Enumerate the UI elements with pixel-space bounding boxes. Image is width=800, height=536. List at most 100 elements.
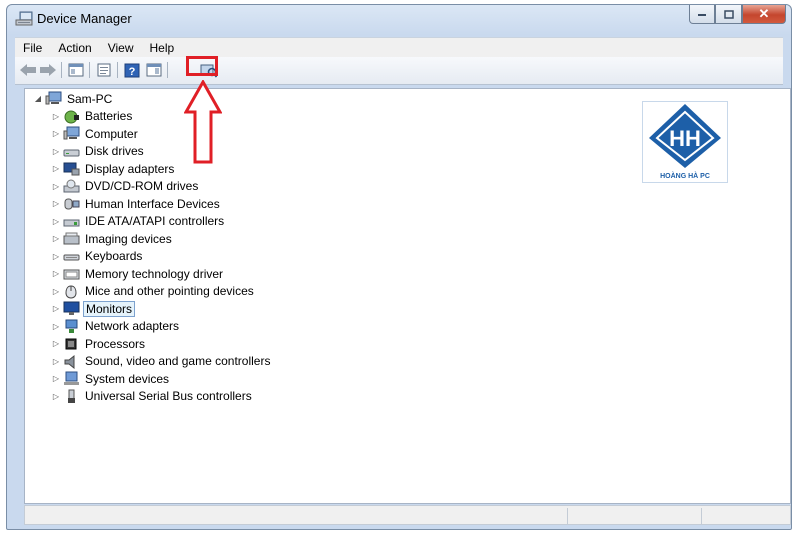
expand-toggle-icon[interactable]: ▷ bbox=[51, 339, 61, 348]
disk-drive-icon bbox=[63, 149, 80, 156]
tree-item-batteries[interactable]: ▷ Batteries bbox=[51, 108, 134, 125]
tree-item-label: Monitors bbox=[83, 300, 136, 317]
expand-toggle-icon[interactable]: ▷ bbox=[51, 234, 61, 243]
tree-item-label: IDE ATA/ATAPI controllers bbox=[85, 214, 225, 228]
properties-icon bbox=[97, 63, 111, 77]
expand-toggle-icon[interactable]: ▷ bbox=[51, 164, 61, 173]
tree-item-memory-technology-driver[interactable]: ▷ Memory technology driver bbox=[51, 265, 225, 282]
show-hide-action-pane-button[interactable] bbox=[145, 61, 163, 79]
tree-item-label: Processors bbox=[85, 336, 146, 351]
tree-item-universal-serial-bus-controllers[interactable]: ▷ Universal Serial Bus controllers bbox=[51, 388, 254, 405]
tree-item-human-interface-devices[interactable]: ▷ Human Interface Devices bbox=[51, 195, 222, 212]
tree-item-label: Universal Serial Bus controllers bbox=[85, 389, 252, 403]
expand-toggle-icon[interactable]: ▷ bbox=[51, 287, 61, 296]
tree-item-label: DVD/CD-ROM drives bbox=[85, 179, 199, 193]
tree-item-mice-and-other-pointing-devices[interactable]: ▷ Mice and other pointing devices bbox=[51, 283, 256, 300]
expand-toggle-icon[interactable]: ▷ bbox=[51, 199, 61, 208]
device-manager-icon bbox=[15, 11, 33, 26]
tree-item-keyboards[interactable]: ▷ Keyboards bbox=[51, 248, 144, 265]
window-controls: ✕ bbox=[689, 5, 786, 24]
hh-logo-icon: HH bbox=[649, 104, 721, 168]
hoang-ha-pc-logo: HH HOÀNG HÀ PC bbox=[642, 101, 728, 183]
minimize-icon bbox=[698, 14, 706, 16]
monitor-icon bbox=[63, 301, 80, 315]
usb-icon bbox=[68, 389, 75, 403]
expand-toggle-icon[interactable]: ▷ bbox=[51, 112, 61, 121]
tree-item-imaging-devices[interactable]: ▷ Imaging devices bbox=[51, 230, 174, 247]
tree-item-disk-drives[interactable]: ▷ Disk drives bbox=[51, 143, 146, 160]
tree-item-monitors[interactable]: ▷ Monitors bbox=[51, 300, 136, 317]
expand-toggle-icon[interactable]: ▷ bbox=[51, 304, 61, 313]
expand-toggle-icon[interactable]: ▷ bbox=[51, 182, 61, 191]
forward-arrow-icon bbox=[40, 64, 56, 76]
device-manager-window: Device Manager ✕ File Action View Help ?… bbox=[6, 4, 792, 530]
tree-item-display-adapters[interactable]: ▷ Display adapters bbox=[51, 160, 176, 177]
computer-icon bbox=[63, 126, 80, 140]
tree-item-ide-ata-atapi-controllers[interactable]: ▷ IDE ATA/ATAPI controllers bbox=[51, 213, 226, 230]
toolbar-separator bbox=[167, 62, 168, 78]
tree-item-computer[interactable]: ▷ Computer bbox=[51, 125, 140, 142]
tree-item-processors[interactable]: ▷ Processors bbox=[51, 335, 147, 352]
highlight-box bbox=[186, 56, 218, 76]
close-button[interactable]: ✕ bbox=[742, 5, 786, 24]
keyboard-icon bbox=[63, 254, 80, 260]
imaging-device-icon bbox=[63, 232, 80, 245]
expand-toggle-icon[interactable]: ▷ bbox=[51, 374, 61, 383]
tree-item-sound-video-and-game-controllers[interactable]: ▷ Sound, video and game controllers bbox=[51, 353, 272, 370]
expand-toggle-icon[interactable]: ▷ bbox=[51, 357, 61, 366]
expand-toggle-icon[interactable]: ▷ bbox=[51, 147, 61, 156]
logo-letters: HH bbox=[669, 126, 701, 151]
help-button[interactable]: ? bbox=[123, 61, 141, 79]
expand-toggle-icon[interactable]: ▷ bbox=[51, 392, 61, 401]
logo-text: HOÀNG HÀ PC bbox=[660, 173, 710, 180]
battery-icon bbox=[64, 110, 79, 123]
tree-item-network-adapters[interactable]: ▷ Network adapters bbox=[51, 318, 181, 335]
maximize-button[interactable] bbox=[715, 5, 742, 24]
title-bar[interactable]: Device Manager ✕ bbox=[7, 5, 791, 33]
toolbar-separator bbox=[61, 62, 62, 78]
tree-item-system-devices[interactable]: ▷ System devices bbox=[51, 370, 171, 387]
tree-item-dvd-cd-rom-drives[interactable]: ▷ DVD/CD-ROM drives bbox=[51, 178, 200, 195]
network-adapter-icon bbox=[65, 319, 78, 333]
expand-toggle-icon[interactable]: ▷ bbox=[51, 252, 61, 261]
properties-button[interactable] bbox=[95, 61, 113, 79]
memory-driver-icon bbox=[63, 269, 80, 280]
mouse-icon bbox=[65, 284, 77, 299]
menu-help[interactable]: Help bbox=[142, 41, 183, 55]
tree-item-label: Memory technology driver bbox=[85, 266, 224, 281]
console-tree-icon bbox=[68, 63, 84, 77]
expand-toggle-icon[interactable]: ▷ bbox=[51, 322, 61, 331]
close-icon: ✕ bbox=[758, 6, 770, 21]
tree-item-label: Disk drives bbox=[85, 144, 144, 158]
svg-text:?: ? bbox=[129, 66, 136, 78]
status-bar bbox=[24, 505, 791, 525]
sound-icon bbox=[64, 354, 75, 369]
toolbar-separator bbox=[89, 62, 90, 78]
expand-toggle-icon[interactable]: ▷ bbox=[51, 269, 61, 278]
tree-item-label: Batteries bbox=[85, 109, 133, 123]
expand-toggle-icon[interactable]: ◢ bbox=[33, 94, 43, 103]
show-hide-console-tree-button[interactable] bbox=[67, 61, 85, 79]
toolbar-separator bbox=[117, 62, 118, 78]
processor-icon bbox=[65, 338, 77, 350]
tree-item-label: Network adapters bbox=[85, 319, 180, 333]
menu-view[interactable]: View bbox=[100, 41, 142, 55]
window-title: Device Manager bbox=[37, 11, 132, 26]
system-device-icon bbox=[64, 371, 79, 385]
minimize-button[interactable] bbox=[689, 5, 715, 24]
display-adapter-icon bbox=[63, 162, 80, 176]
status-divider bbox=[701, 508, 702, 524]
menu-file[interactable]: File bbox=[15, 41, 50, 55]
forward-button[interactable] bbox=[39, 61, 57, 79]
expand-toggle-icon[interactable]: ▷ bbox=[51, 217, 61, 226]
tree-item-root[interactable]: ◢ Sam-PC bbox=[33, 90, 114, 107]
dvd-drive-icon bbox=[63, 179, 80, 192]
back-button[interactable] bbox=[19, 61, 37, 79]
expand-toggle-icon[interactable]: ▷ bbox=[51, 129, 61, 138]
hid-icon bbox=[64, 198, 80, 210]
tree-item-label: Human Interface Devices bbox=[85, 196, 220, 211]
ide-controller-icon bbox=[63, 219, 80, 226]
menu-action[interactable]: Action bbox=[50, 41, 99, 55]
toolbar: ? bbox=[15, 57, 783, 85]
back-arrow-icon bbox=[20, 64, 36, 76]
